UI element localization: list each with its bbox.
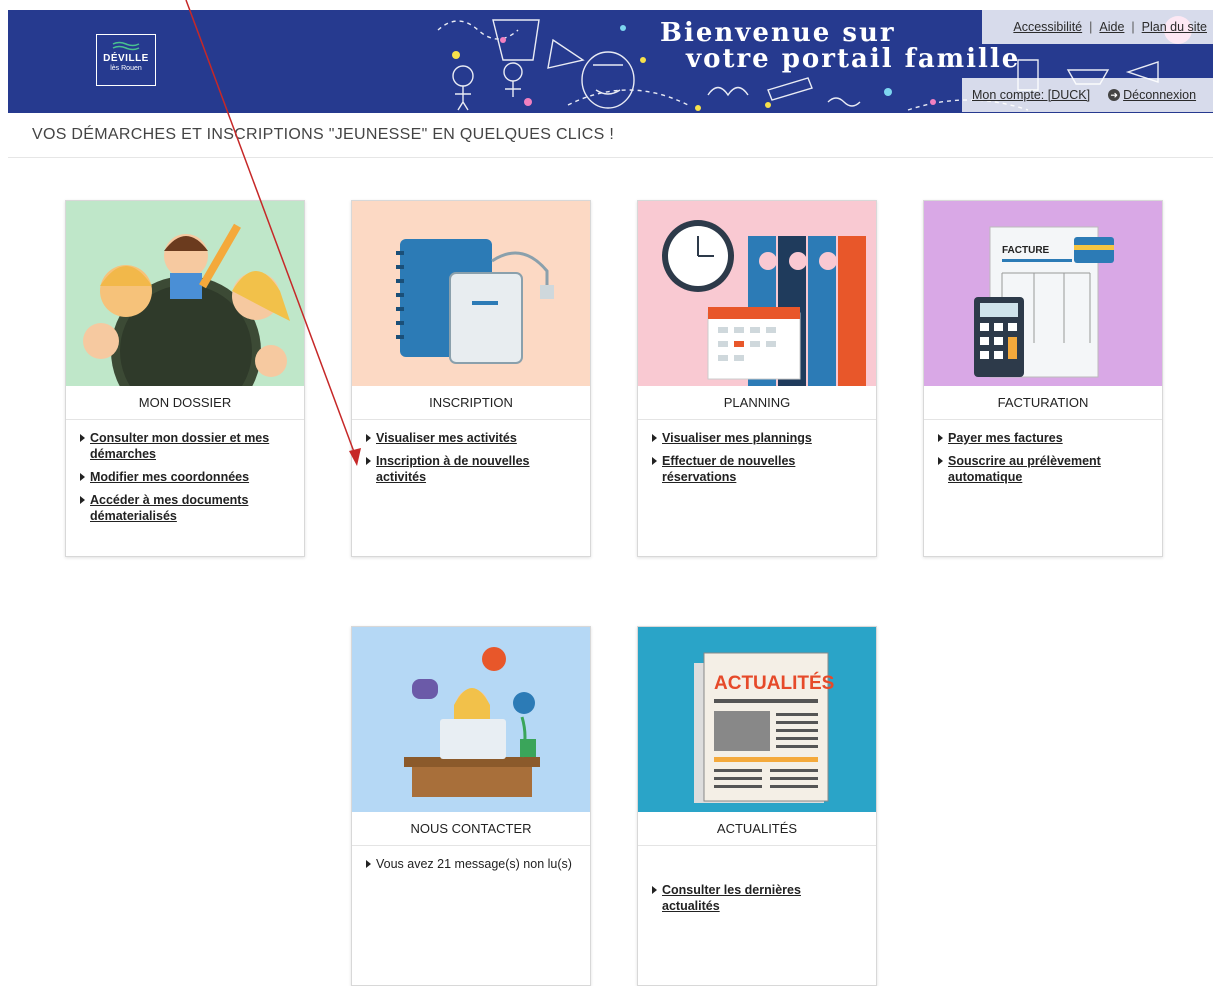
edit-contact-link[interactable]: Modifier mes coordonnées	[90, 470, 249, 484]
card-planning: PLANNING Visualiser mes plannings Effect…	[637, 200, 877, 557]
help-link[interactable]: Aide	[1099, 20, 1124, 34]
unread-messages-text: Vous avez 21 message(s) non lu(s)	[376, 857, 572, 871]
municipality-logo[interactable]: DÉVILLE lès Rouen	[96, 34, 156, 86]
new-registration-link[interactable]: Inscription à de nouvelles activités	[376, 454, 530, 484]
logo-subname: lès Rouen	[110, 65, 142, 72]
documents-link[interactable]: Accéder à mes documents dématerialisés	[90, 493, 248, 523]
list-item: Payer mes factures	[936, 430, 1148, 446]
list-item: Inscription à de nouvelles activités	[364, 453, 576, 485]
list-item: Effectuer de nouvelles réservations	[650, 453, 862, 485]
card-title: NOUS CONTACTER	[352, 812, 590, 846]
new-reservation-link[interactable]: Effectuer de nouvelles réservations	[662, 454, 795, 484]
logo-name: DÉVILLE	[103, 53, 149, 64]
card-links: Visualiser mes plannings Effectuer de no…	[638, 420, 876, 485]
sitemap-link[interactable]: Plan du site	[1142, 20, 1207, 34]
account-bar: Mon compte: [DUCK] ➜ Déconnexion	[962, 78, 1213, 112]
card-actualites: ACTUALITÉS ACTUALITÉS Consulter les dern…	[637, 626, 877, 986]
divider	[8, 157, 1213, 158]
card-title: INSCRIPTION	[352, 386, 590, 420]
newspaper-illustration: ACTUALITÉS	[638, 627, 876, 812]
separator: |	[1089, 20, 1093, 34]
list-item: Souscrire au prélèvement automatique	[936, 453, 1148, 485]
list-item: Modifier mes coordonnées	[78, 469, 290, 485]
facture-label: FACTURE	[1002, 245, 1050, 256]
list-item: Visualiser mes activités	[364, 430, 576, 446]
card-links: Visualiser mes activités Inscription à d…	[352, 420, 590, 485]
latest-news-link[interactable]: Consulter les dernières actualités	[662, 883, 801, 913]
card-inscription: INSCRIPTION Visualiser mes activités Ins…	[351, 200, 591, 557]
list-item: Visualiser mes plannings	[650, 430, 862, 446]
children-illustration	[66, 201, 304, 386]
logout-link[interactable]: Déconnexion	[1123, 88, 1196, 102]
card-mon-dossier: MON DOSSIER Consulter mon dossier et mes…	[65, 200, 305, 557]
welcome-banner-line2: votre portail famille	[686, 44, 1021, 74]
page-tagline: VOS DÉMARCHES ET INSCRIPTIONS "JEUNESSE"…	[32, 126, 615, 143]
list-item: Vous avez 21 message(s) non lu(s)	[364, 856, 576, 872]
list-item: Consulter mon dossier et mes démarches	[78, 430, 290, 462]
card-links: Consulter mon dossier et mes démarches M…	[66, 420, 304, 524]
card-title: ACTUALITÉS	[638, 812, 876, 846]
my-account-link[interactable]: Mon compte: [DUCK]	[972, 88, 1090, 102]
card-links: Payer mes factures Souscrire au prélèvem…	[924, 420, 1162, 485]
direct-debit-link[interactable]: Souscrire au prélèvement automatique	[948, 454, 1101, 484]
card-links: Consulter les dernières actualités	[638, 846, 876, 914]
card-title: PLANNING	[638, 386, 876, 420]
utility-links: Accessibilité | Aide | Plan du site	[982, 10, 1213, 44]
card-links: Vous avez 21 message(s) non lu(s)	[352, 846, 590, 872]
list-item: Consulter les dernières actualités	[650, 882, 862, 914]
waves-icon	[112, 41, 140, 51]
accessibility-link[interactable]: Accessibilité	[1013, 20, 1082, 34]
separator: |	[1131, 20, 1135, 34]
view-plannings-link[interactable]: Visualiser mes plannings	[662, 431, 812, 445]
contact-illustration	[352, 627, 590, 812]
invoice-calculator-illustration: FACTURE	[924, 201, 1162, 386]
card-nous-contacter: NOUS CONTACTER Vous avez 21 message(s) n…	[351, 626, 591, 986]
notebook-illustration	[352, 201, 590, 386]
card-title: MON DOSSIER	[66, 386, 304, 420]
pay-invoices-link[interactable]: Payer mes factures	[948, 431, 1063, 445]
card-facturation: FACTURE FACTURATION Payer mes factures S…	[923, 200, 1163, 557]
logout-icon: ➜	[1108, 89, 1121, 101]
view-activities-link[interactable]: Visualiser mes activités	[376, 431, 517, 445]
calendar-binders-illustration	[638, 201, 876, 386]
list-item: Accéder à mes documents dématerialisés	[78, 492, 290, 524]
actualites-headline: ACTUALITÉS	[714, 672, 834, 694]
consult-dossier-link[interactable]: Consulter mon dossier et mes démarches	[90, 431, 269, 461]
card-title: FACTURATION	[924, 386, 1162, 420]
logout-button[interactable]: ➜ Déconnexion	[1108, 88, 1196, 102]
